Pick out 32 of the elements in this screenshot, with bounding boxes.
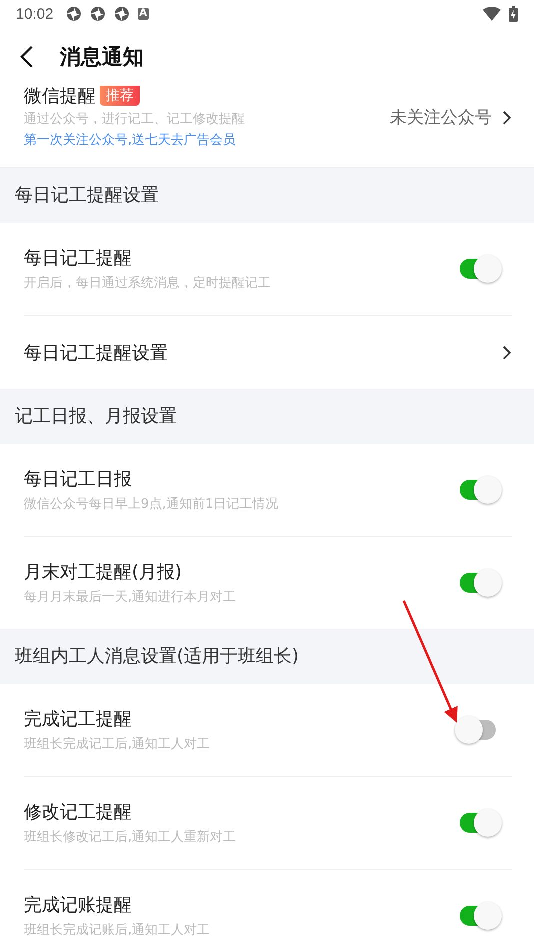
section-header: 记工日报、月报设置 [0,389,534,444]
page-title: 消息通知 [60,44,144,71]
follow-status[interactable]: 未关注公众号 [390,106,492,129]
promo-link[interactable]: 第一次关注公众号,送七天去广告会员 [24,131,390,149]
row-title: 完成记工提醒 [24,708,133,731]
keyboard-badge: A [138,8,150,20]
row-title: 每日记工提醒 [24,247,133,270]
row-description: 通过公众号，进行记工、记工修改提醒 [24,111,246,128]
recommend-tag: 推荐 [100,86,140,106]
row-description: 开启后，每日通过系统消息，定时提醒记工 [24,275,272,292]
chevron-icon[interactable] [502,344,512,360]
back-icon[interactable] [20,45,34,69]
row-description: 班组长完成记工后,通知工人对工 [24,736,212,753]
section-header: 班组内工人消息设置(适用于班组长) [0,629,534,684]
row-description: 班组长修改记工后,通知工人重新对工 [24,829,238,846]
notification-icon [114,6,130,22]
row-title: 每日记工提醒设置 [24,342,169,364]
notification-icon [90,6,106,22]
row-description: 微信公众号每日早上9点,通知前1日记工情况 [24,496,280,513]
wifi-icon [483,7,501,21]
row-title: 每日记工日报 [24,468,133,491]
chevron-icon[interactable] [502,110,512,126]
row-title: 微信提醒 [24,86,96,106]
status-time: 10:02 [16,6,54,22]
row-title: 修改记工提醒 [24,801,133,824]
notification-icon [66,6,82,22]
battery-icon [509,6,518,22]
row-title: 完成记账提醒 [24,894,133,917]
section-header: 每日记工提醒设置 [0,168,534,223]
row-title: 月末对工提醒(月报) [24,561,184,584]
row-description: 每月月末最后一天,通知进行本月对工 [24,589,238,606]
row-description: 班组长完成记账后,通知工人对工 [24,922,212,939]
